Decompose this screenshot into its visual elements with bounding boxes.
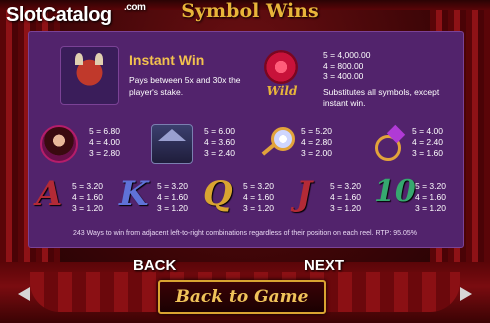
wild-label: Wild [266, 84, 298, 98]
letter-a-pays: 5 = 3.20 4 = 1.60 3 = 1.20 [72, 181, 103, 213]
letter-a-icon: A [36, 174, 63, 214]
right-arrow-icon[interactable] [460, 287, 472, 301]
next-button[interactable]: NEXT [304, 257, 344, 274]
back-to-game-label: Back to Game [175, 287, 309, 307]
ring-pays: 5 = 4.00 4 = 2.40 3 = 1.60 [412, 126, 443, 158]
devil-icon [60, 46, 119, 105]
letter-q-pays: 5 = 3.20 4 = 1.60 3 = 1.20 [243, 181, 274, 213]
mansion-icon [151, 124, 193, 164]
mansion-pays: 5 = 6.00 4 = 3.60 3 = 2.40 [204, 126, 235, 158]
page-title: Symbol Wins [181, 0, 319, 22]
rules-footnote: 243 Ways to win from adjacent left-to-ri… [73, 230, 417, 237]
wild-rose-icon: Wild [254, 48, 309, 103]
rose-icon [264, 50, 298, 84]
letter-k-icon: K [119, 174, 149, 214]
number-10-pays: 5 = 3.20 4 = 1.60 3 = 1.20 [415, 181, 446, 213]
portrait-icon [40, 125, 78, 163]
letter-q-icon: Q [203, 174, 233, 214]
ring-icon [371, 124, 407, 161]
watermark-logo: SlotCatalog .com [6, 2, 146, 26]
instant-win-description: Pays between 5x and 30x the player's sta… [129, 75, 241, 97]
letter-j-pays: 5 = 3.20 4 = 1.60 3 = 1.20 [330, 181, 361, 213]
letter-j-icon: J [296, 174, 313, 214]
letter-k-pays: 5 = 3.20 4 = 1.60 3 = 1.20 [157, 181, 188, 213]
wild-pays: 5 = 4,000.00 4 = 800.00 3 = 400.00 [323, 50, 371, 81]
portrait-pays: 5 = 6.80 4 = 4.00 3 = 2.80 [89, 126, 120, 158]
instant-win-title: Instant Win [129, 52, 205, 68]
wild-description: Substitutes all symbols, except instant … [323, 87, 440, 108]
number-10-icon: 10 [374, 174, 416, 209]
back-to-game-button[interactable]: Back to Game [158, 280, 326, 314]
mirror-icon [257, 125, 295, 163]
back-button[interactable]: BACK [133, 257, 176, 274]
mirror-pays: 5 = 5.20 4 = 2.80 3 = 2.00 [301, 126, 332, 158]
left-arrow-icon[interactable] [18, 287, 30, 301]
